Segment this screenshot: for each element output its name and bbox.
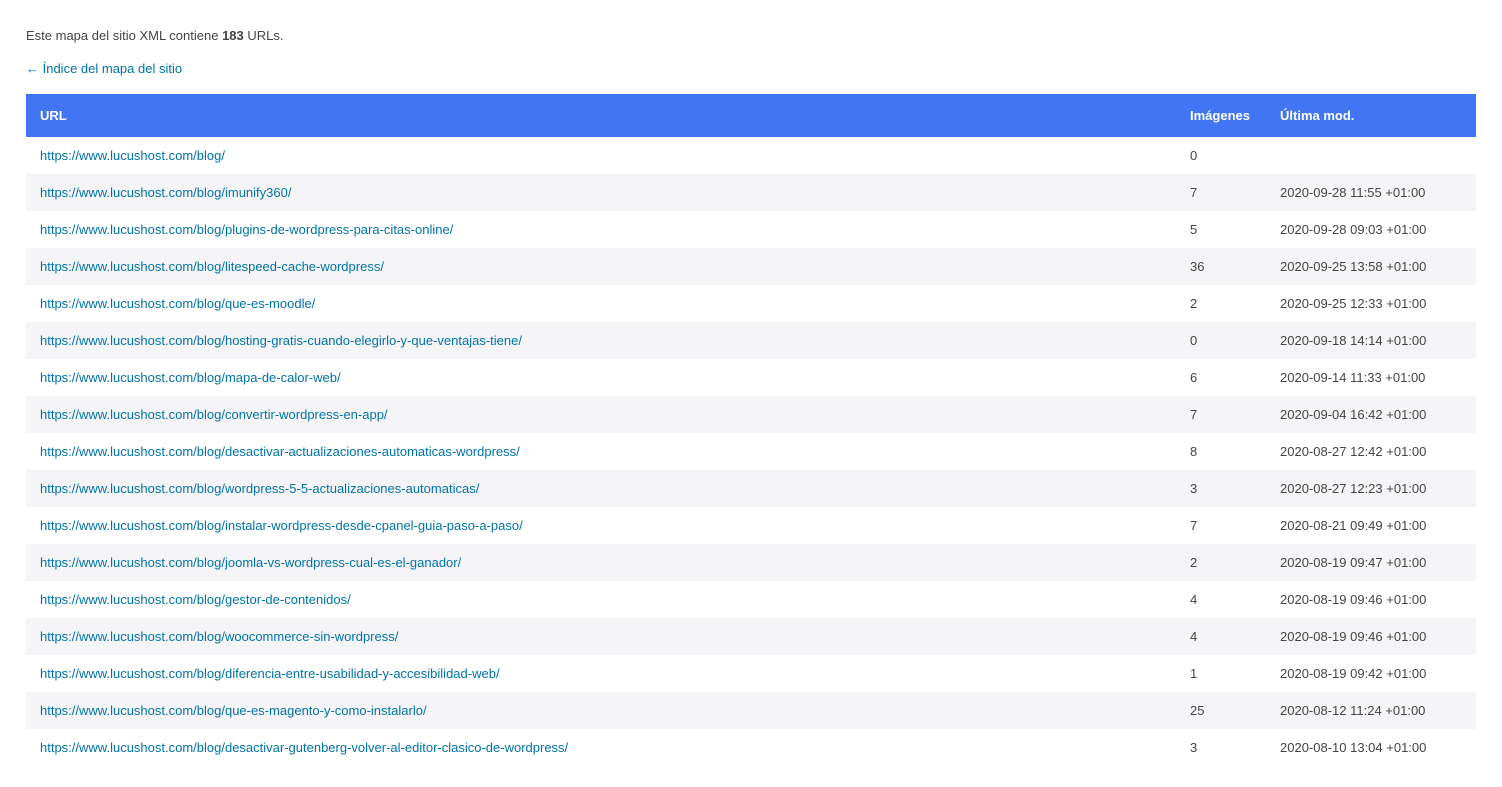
- cell-images: 36: [1176, 248, 1266, 285]
- cell-images: 5: [1176, 211, 1266, 248]
- sitemap-intro: Este mapa del sitio XML contiene 183 URL…: [26, 28, 1476, 43]
- table-row: https://www.lucushost.com/blog/joomla-vs…: [26, 544, 1476, 581]
- cell-last-mod: 2020-09-25 12:33 +01:00: [1266, 285, 1476, 322]
- cell-url: https://www.lucushost.com/blog/desactiva…: [26, 729, 1176, 766]
- cell-url: https://www.lucushost.com/blog/imunify36…: [26, 174, 1176, 211]
- cell-last-mod: 2020-08-27 12:23 +01:00: [1266, 470, 1476, 507]
- cell-images: 4: [1176, 618, 1266, 655]
- cell-last-mod: 2020-08-19 09:46 +01:00: [1266, 618, 1476, 655]
- cell-url: https://www.lucushost.com/blog/desactiva…: [26, 433, 1176, 470]
- cell-url: https://www.lucushost.com/blog/que-es-ma…: [26, 692, 1176, 729]
- table-row: https://www.lucushost.com/blog/plugins-d…: [26, 211, 1476, 248]
- cell-last-mod: 2020-09-28 09:03 +01:00: [1266, 211, 1476, 248]
- url-link[interactable]: https://www.lucushost.com/blog/que-es-ma…: [40, 703, 427, 718]
- url-link[interactable]: https://www.lucushost.com/blog/wordpress…: [40, 481, 479, 496]
- cell-url: https://www.lucushost.com/blog/mapa-de-c…: [26, 359, 1176, 396]
- cell-url: https://www.lucushost.com/blog/joomla-vs…: [26, 544, 1176, 581]
- table-row: https://www.lucushost.com/blog/woocommer…: [26, 618, 1476, 655]
- cell-last-mod: 2020-09-28 11:55 +01:00: [1266, 174, 1476, 211]
- cell-last-mod: 2020-08-21 09:49 +01:00: [1266, 507, 1476, 544]
- url-link[interactable]: https://www.lucushost.com/blog/: [40, 148, 225, 163]
- cell-images: 7: [1176, 507, 1266, 544]
- cell-images: 7: [1176, 174, 1266, 211]
- table-row: https://www.lucushost.com/blog/mapa-de-c…: [26, 359, 1476, 396]
- url-link[interactable]: https://www.lucushost.com/blog/diferenci…: [40, 666, 500, 681]
- cell-last-mod: 2020-08-19 09:42 +01:00: [1266, 655, 1476, 692]
- table-row: https://www.lucushost.com/blog/desactiva…: [26, 433, 1476, 470]
- header-images[interactable]: Imágenes: [1176, 94, 1266, 137]
- cell-images: 6: [1176, 359, 1266, 396]
- table-row: https://www.lucushost.com/blog/imunify36…: [26, 174, 1476, 211]
- back-to-index-link[interactable]: ← Índice del mapa del sitio: [26, 61, 182, 76]
- cell-last-mod: 2020-09-04 16:42 +01:00: [1266, 396, 1476, 433]
- cell-images: 1: [1176, 655, 1266, 692]
- table-row: https://www.lucushost.com/blog/gestor-de…: [26, 581, 1476, 618]
- url-link[interactable]: https://www.lucushost.com/blog/que-es-mo…: [40, 296, 315, 311]
- url-link[interactable]: https://www.lucushost.com/blog/gestor-de…: [40, 592, 351, 607]
- cell-last-mod: 2020-08-19 09:47 +01:00: [1266, 544, 1476, 581]
- table-row: https://www.lucushost.com/blog/litespeed…: [26, 248, 1476, 285]
- cell-images: 3: [1176, 729, 1266, 766]
- url-link[interactable]: https://www.lucushost.com/blog/instalar-…: [40, 518, 523, 533]
- intro-count: 183: [222, 28, 244, 43]
- table-row: https://www.lucushost.com/blog/que-es-ma…: [26, 692, 1476, 729]
- cell-last-mod: [1266, 137, 1476, 174]
- intro-prefix: Este mapa del sitio XML contiene: [26, 28, 222, 43]
- cell-images: 2: [1176, 544, 1266, 581]
- table-row: https://www.lucushost.com/blog/que-es-mo…: [26, 285, 1476, 322]
- table-header-row: URL Imágenes Última mod.: [26, 94, 1476, 137]
- cell-url: https://www.lucushost.com/blog/diferenci…: [26, 655, 1176, 692]
- cell-url: https://www.lucushost.com/blog/hosting-g…: [26, 322, 1176, 359]
- cell-images: 0: [1176, 322, 1266, 359]
- cell-images: 2: [1176, 285, 1266, 322]
- url-link[interactable]: https://www.lucushost.com/blog/imunify36…: [40, 185, 291, 200]
- sitemap-table: URL Imágenes Última mod. https://www.luc…: [26, 94, 1476, 766]
- url-link[interactable]: https://www.lucushost.com/blog/convertir…: [40, 407, 388, 422]
- intro-suffix: URLs.: [244, 28, 284, 43]
- url-link[interactable]: https://www.lucushost.com/blog/desactiva…: [40, 740, 568, 755]
- table-row: https://www.lucushost.com/blog/instalar-…: [26, 507, 1476, 544]
- header-last-mod[interactable]: Última mod.: [1266, 94, 1476, 137]
- url-link[interactable]: https://www.lucushost.com/blog/litespeed…: [40, 259, 384, 274]
- cell-images: 0: [1176, 137, 1266, 174]
- cell-images: 3: [1176, 470, 1266, 507]
- cell-images: 25: [1176, 692, 1266, 729]
- table-row: https://www.lucushost.com/blog/desactiva…: [26, 729, 1476, 766]
- cell-url: https://www.lucushost.com/blog/: [26, 137, 1176, 174]
- cell-last-mod: 2020-08-27 12:42 +01:00: [1266, 433, 1476, 470]
- cell-last-mod: 2020-08-19 09:46 +01:00: [1266, 581, 1476, 618]
- cell-url: https://www.lucushost.com/blog/convertir…: [26, 396, 1176, 433]
- url-link[interactable]: https://www.lucushost.com/blog/plugins-d…: [40, 222, 453, 237]
- cell-last-mod: 2020-09-14 11:33 +01:00: [1266, 359, 1476, 396]
- url-link[interactable]: https://www.lucushost.com/blog/hosting-g…: [40, 333, 522, 348]
- url-link[interactable]: https://www.lucushost.com/blog/desactiva…: [40, 444, 520, 459]
- url-link[interactable]: https://www.lucushost.com/blog/mapa-de-c…: [40, 370, 341, 385]
- table-row: https://www.lucushost.com/blog/convertir…: [26, 396, 1476, 433]
- table-row: https://www.lucushost.com/blog/0: [26, 137, 1476, 174]
- cell-images: 4: [1176, 581, 1266, 618]
- table-row: https://www.lucushost.com/blog/hosting-g…: [26, 322, 1476, 359]
- header-url[interactable]: URL: [26, 94, 1176, 137]
- cell-url: https://www.lucushost.com/blog/plugins-d…: [26, 211, 1176, 248]
- cell-url: https://www.lucushost.com/blog/que-es-mo…: [26, 285, 1176, 322]
- cell-last-mod: 2020-08-10 13:04 +01:00: [1266, 729, 1476, 766]
- cell-url: https://www.lucushost.com/blog/instalar-…: [26, 507, 1176, 544]
- cell-images: 7: [1176, 396, 1266, 433]
- cell-last-mod: 2020-08-12 11:24 +01:00: [1266, 692, 1476, 729]
- cell-url: https://www.lucushost.com/blog/gestor-de…: [26, 581, 1176, 618]
- cell-images: 8: [1176, 433, 1266, 470]
- url-link[interactable]: https://www.lucushost.com/blog/woocommer…: [40, 629, 398, 644]
- cell-url: https://www.lucushost.com/blog/litespeed…: [26, 248, 1176, 285]
- cell-last-mod: 2020-09-18 14:14 +01:00: [1266, 322, 1476, 359]
- table-row: https://www.lucushost.com/blog/diferenci…: [26, 655, 1476, 692]
- table-row: https://www.lucushost.com/blog/wordpress…: [26, 470, 1476, 507]
- cell-last-mod: 2020-09-25 13:58 +01:00: [1266, 248, 1476, 285]
- url-link[interactable]: https://www.lucushost.com/blog/joomla-vs…: [40, 555, 461, 570]
- cell-url: https://www.lucushost.com/blog/wordpress…: [26, 470, 1176, 507]
- cell-url: https://www.lucushost.com/blog/woocommer…: [26, 618, 1176, 655]
